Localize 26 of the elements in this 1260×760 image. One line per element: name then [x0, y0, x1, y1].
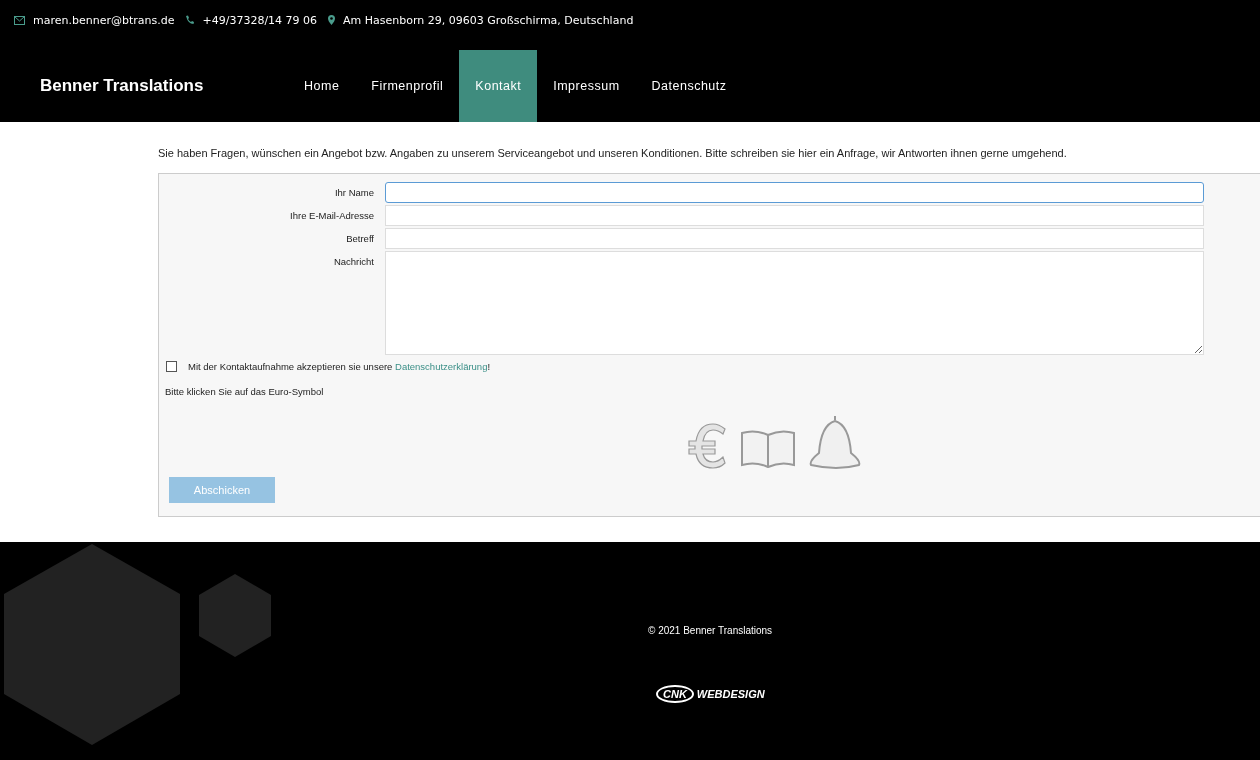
- checkbox[interactable]: [166, 361, 177, 372]
- email-text: maren.benner@btrans.de: [33, 13, 175, 27]
- field-label: Ihr Name: [333, 186, 375, 200]
- envelope-icon: [14, 15, 25, 25]
- address-text: Am Hasenborn 29, 09603 Großschirma, Deutschland: [343, 13, 634, 27]
- webdesign-logo[interactable]: CNK WEBDESIGN: [656, 685, 765, 703]
- nav-tab[interactable]: Firmenprofil: [355, 50, 460, 122]
- field-label: Betreff: [345, 232, 375, 246]
- nav-tab[interactable]: Kontakt: [459, 50, 538, 122]
- field-label: Ihre E-Mail-Adresse: [289, 209, 375, 223]
- nav-tab[interactable]: Impressum: [537, 50, 636, 122]
- input-field[interactable]: [385, 182, 1204, 203]
- location-pin-icon: [328, 15, 336, 25]
- captcha-prompt: Bitte klicken Sie auf das Euro-Symbol: [165, 386, 325, 397]
- nav-tab[interactable]: Home: [288, 50, 356, 122]
- consent-text: Mit der Kontaktaufnahme akzeptieren sie unsere Datenschutzerklärung!: [188, 361, 491, 372]
- phone-icon: [185, 15, 195, 25]
- copyright-text: © 2021 Benner Translations: [648, 625, 773, 636]
- euro-icon[interactable]: [686, 421, 729, 471]
- brand-logo[interactable]: Benner Translations: [40, 76, 288, 96]
- phone-text: +49/37328/14 79 06: [202, 13, 318, 27]
- book-icon[interactable]: [738, 427, 797, 471]
- intro-text: Sie haben Fragen, wünschen ein Angebot bzw. Angaben zu unserem Serviceangebot und unseren Konditionen. Bitte schreiben sie hier ein Anfrage, wir Antworten ihnen gerne umgehend.: [158, 146, 1068, 161]
- nav-tab[interactable]: Datenschutz: [635, 50, 743, 122]
- field-label: Nachricht: [332, 255, 375, 269]
- message-field[interactable]: [385, 251, 1204, 355]
